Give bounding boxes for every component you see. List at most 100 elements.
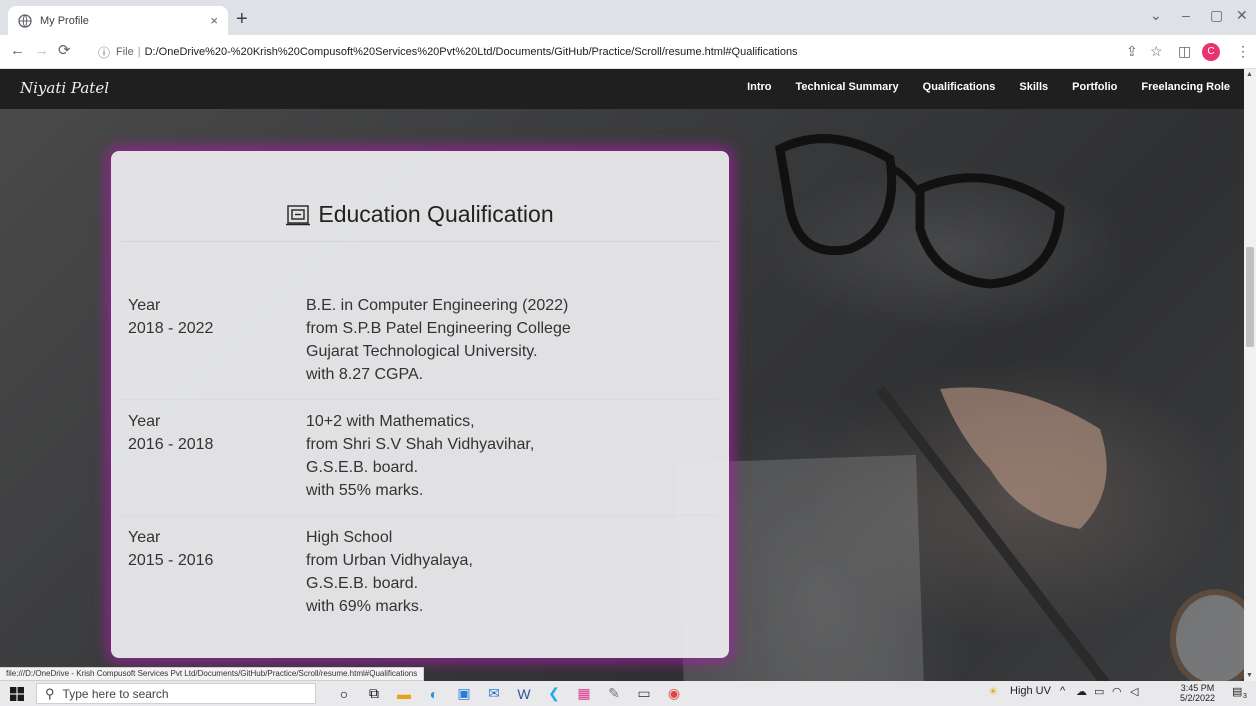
education-card-header: Education Qualification <box>121 201 719 242</box>
scroll-up-icon[interactable]: ▲ <box>1246 71 1253 78</box>
degree-line: G.S.E.B. board. <box>306 459 419 476</box>
close-window-button[interactable]: ✕ <box>1236 7 1248 24</box>
task-view-icon[interactable]: ⧉ <box>364 684 384 703</box>
maximize-button[interactable]: ▢ <box>1210 7 1223 24</box>
tab-title: My Profile <box>40 14 89 27</box>
degree-line: High School <box>306 529 393 546</box>
degree-line: with 69% marks. <box>306 598 424 615</box>
onedrive-icon[interactable]: ☁ <box>1076 685 1087 698</box>
education-title: Education Qualification <box>286 201 554 228</box>
site-nav-links: Intro Technical Summary Qualifications S… <box>723 81 1230 93</box>
degree-details: B.E. in Computer Engineering (2022) from… <box>306 294 571 386</box>
degree-details: 10+2 with Mathematics, from Shri S.V Sha… <box>306 410 534 502</box>
nav-link-intro[interactable]: Intro <box>747 81 771 93</box>
degree-line: 10+2 with Mathematics, <box>306 413 475 430</box>
taskbar-clock[interactable]: 3:45 PM 5/2/2022 <box>1180 683 1215 703</box>
profile-avatar[interactable]: C <box>1202 43 1220 61</box>
taskbar-search-placeholder: Type here to search <box>62 686 169 701</box>
minimize-button[interactable]: – <box>1182 7 1190 23</box>
year-range: 2018 - 2022 <box>128 320 214 337</box>
forward-arrow-icon[interactable]: → <box>34 43 49 59</box>
nav-link-technical-summary[interactable]: Technical Summary <box>796 81 899 93</box>
windows-taskbar: ⚲ Type here to search ○ ⧉ ▬ ◐ ▣ ✉ W ❮ ▦ … <box>0 681 1256 706</box>
education-title-text: Education Qualification <box>318 201 554 227</box>
side-panel-icon[interactable]: ◫ <box>1178 43 1191 59</box>
windows-start-icon[interactable] <box>10 687 24 701</box>
weather-text[interactable]: High UV <box>1010 685 1051 697</box>
search-icon: ⚲ <box>45 685 55 701</box>
new-tab-button[interactable]: + <box>236 8 248 30</box>
info-icon[interactable]: ⓘ <box>98 44 110 61</box>
degree-line: with 8.27 CGPA. <box>306 366 424 383</box>
notification-icon[interactable]: ▤ <box>1232 685 1242 698</box>
scroll-down-icon[interactable]: ▼ <box>1246 672 1253 679</box>
year-column: Year 2015 - 2016 <box>128 526 213 572</box>
degree-line: from S.P.B Patel Engineering College <box>306 320 571 337</box>
nav-link-portfolio[interactable]: Portfolio <box>1072 81 1117 93</box>
file-explorer-icon[interactable]: ▬ <box>394 684 414 703</box>
notification-count: 3 <box>1243 693 1247 700</box>
clock-date: 5/2/2022 <box>1180 693 1216 703</box>
edge-icon[interactable]: ◐ <box>424 684 444 703</box>
terminal-icon[interactable]: ▭ <box>634 684 654 703</box>
link-status-bubble: file:///D:/OneDrive - Krish Compusoft Se… <box>0 667 425 681</box>
tray-expand-icon[interactable]: ^ <box>1060 685 1065 697</box>
degree-line: with 55% marks. <box>306 482 424 499</box>
tab-close-icon[interactable]: × <box>210 13 218 28</box>
year-label: Year <box>128 297 161 314</box>
address-separator: | <box>137 46 141 58</box>
nav-link-qualifications[interactable]: Qualifications <box>923 81 996 93</box>
globe-icon <box>18 13 32 28</box>
site-navbar: Niyati Patel Intro Technical Summary Qua… <box>0 69 1244 109</box>
site-brand[interactable]: Niyati Patel <box>20 79 109 97</box>
page-viewport: Niyati Patel Intro Technical Summary Qua… <box>0 69 1244 681</box>
page-scrollbar[interactable]: ▲ ▼ <box>1244 69 1256 681</box>
battery-icon[interactable]: ▭ <box>1094 685 1104 698</box>
app-icon[interactable]: ▦ <box>574 684 594 703</box>
back-arrow-icon[interactable]: ← <box>10 43 25 59</box>
bookmark-star-icon[interactable]: ☆ <box>1150 43 1163 59</box>
background-watch <box>1170 589 1244 681</box>
degree-line: from Shri S.V Shah Vidhyavihar, <box>306 436 535 453</box>
store-icon[interactable]: ▣ <box>454 684 474 703</box>
background-glasses <box>775 134 1065 289</box>
education-row: Year 2018 - 2022 B.E. in Computer Engine… <box>121 284 719 400</box>
year-column: Year 2016 - 2018 <box>128 410 213 456</box>
degree-line: Gujarat Technological University. <box>306 343 538 360</box>
tab-search-icon[interactable]: ⌄ <box>1150 7 1162 24</box>
background-hand-pencil <box>876 385 1111 681</box>
education-row: Year 2016 - 2018 10+2 with Mathematics, … <box>121 400 719 516</box>
mail-icon[interactable]: ✉ <box>484 684 504 703</box>
year-range: 2015 - 2016 <box>128 552 214 569</box>
wifi-icon[interactable]: ◠ <box>1112 685 1122 698</box>
vscode-icon[interactable]: ❮ <box>544 684 564 703</box>
menu-kebab-icon[interactable]: ⋮ <box>1236 43 1250 59</box>
education-icon <box>286 204 311 225</box>
address-bar[interactable]: ⓘ File | D:/OneDrive%20-%20Krish%20Compu… <box>98 39 1108 65</box>
nav-link-freelancing-role[interactable]: Freelancing Role <box>1141 81 1230 93</box>
word-icon[interactable]: W <box>514 684 534 703</box>
year-label: Year <box>128 529 161 546</box>
reload-icon[interactable]: ⟳ <box>58 43 71 59</box>
nav-link-skills[interactable]: Skills <box>1019 81 1048 93</box>
year-range: 2016 - 2018 <box>128 436 214 453</box>
cortana-icon[interactable]: ○ <box>334 684 354 703</box>
degree-details: High School from Urban Vidhyalaya, G.S.E… <box>306 526 473 618</box>
year-label: Year <box>128 413 161 430</box>
taskbar-search[interactable]: ⚲ Type here to search <box>36 683 316 704</box>
weather-icon[interactable]: ☀ <box>988 685 998 698</box>
degree-line: from Urban Vidhyalaya, <box>306 552 473 569</box>
education-card: Education Qualification Year 2018 - 2022… <box>111 151 729 658</box>
year-column: Year 2018 - 2022 <box>128 294 213 340</box>
clock-time: 3:45 PM <box>1180 683 1215 693</box>
share-icon[interactable]: ⇪ <box>1126 43 1138 59</box>
volume-icon[interactable]: ◁ <box>1130 685 1138 698</box>
browser-tab-strip: My Profile × + ⌄ – ▢ ✕ <box>0 0 1256 35</box>
chrome-icon[interactable]: ◉ <box>664 684 684 703</box>
degree-line: G.S.E.B. board. <box>306 575 419 592</box>
paint-icon[interactable]: ✎ <box>604 684 624 703</box>
browser-toolbar: ← → ⟳ ⓘ File | D:/OneDrive%20-%20Krish%2… <box>0 35 1256 69</box>
scrollbar-thumb[interactable] <box>1246 247 1254 347</box>
address-url[interactable]: D:/OneDrive%20-%20Krish%20Compusoft%20Se… <box>145 46 798 58</box>
browser-tab[interactable]: My Profile × <box>8 6 228 35</box>
